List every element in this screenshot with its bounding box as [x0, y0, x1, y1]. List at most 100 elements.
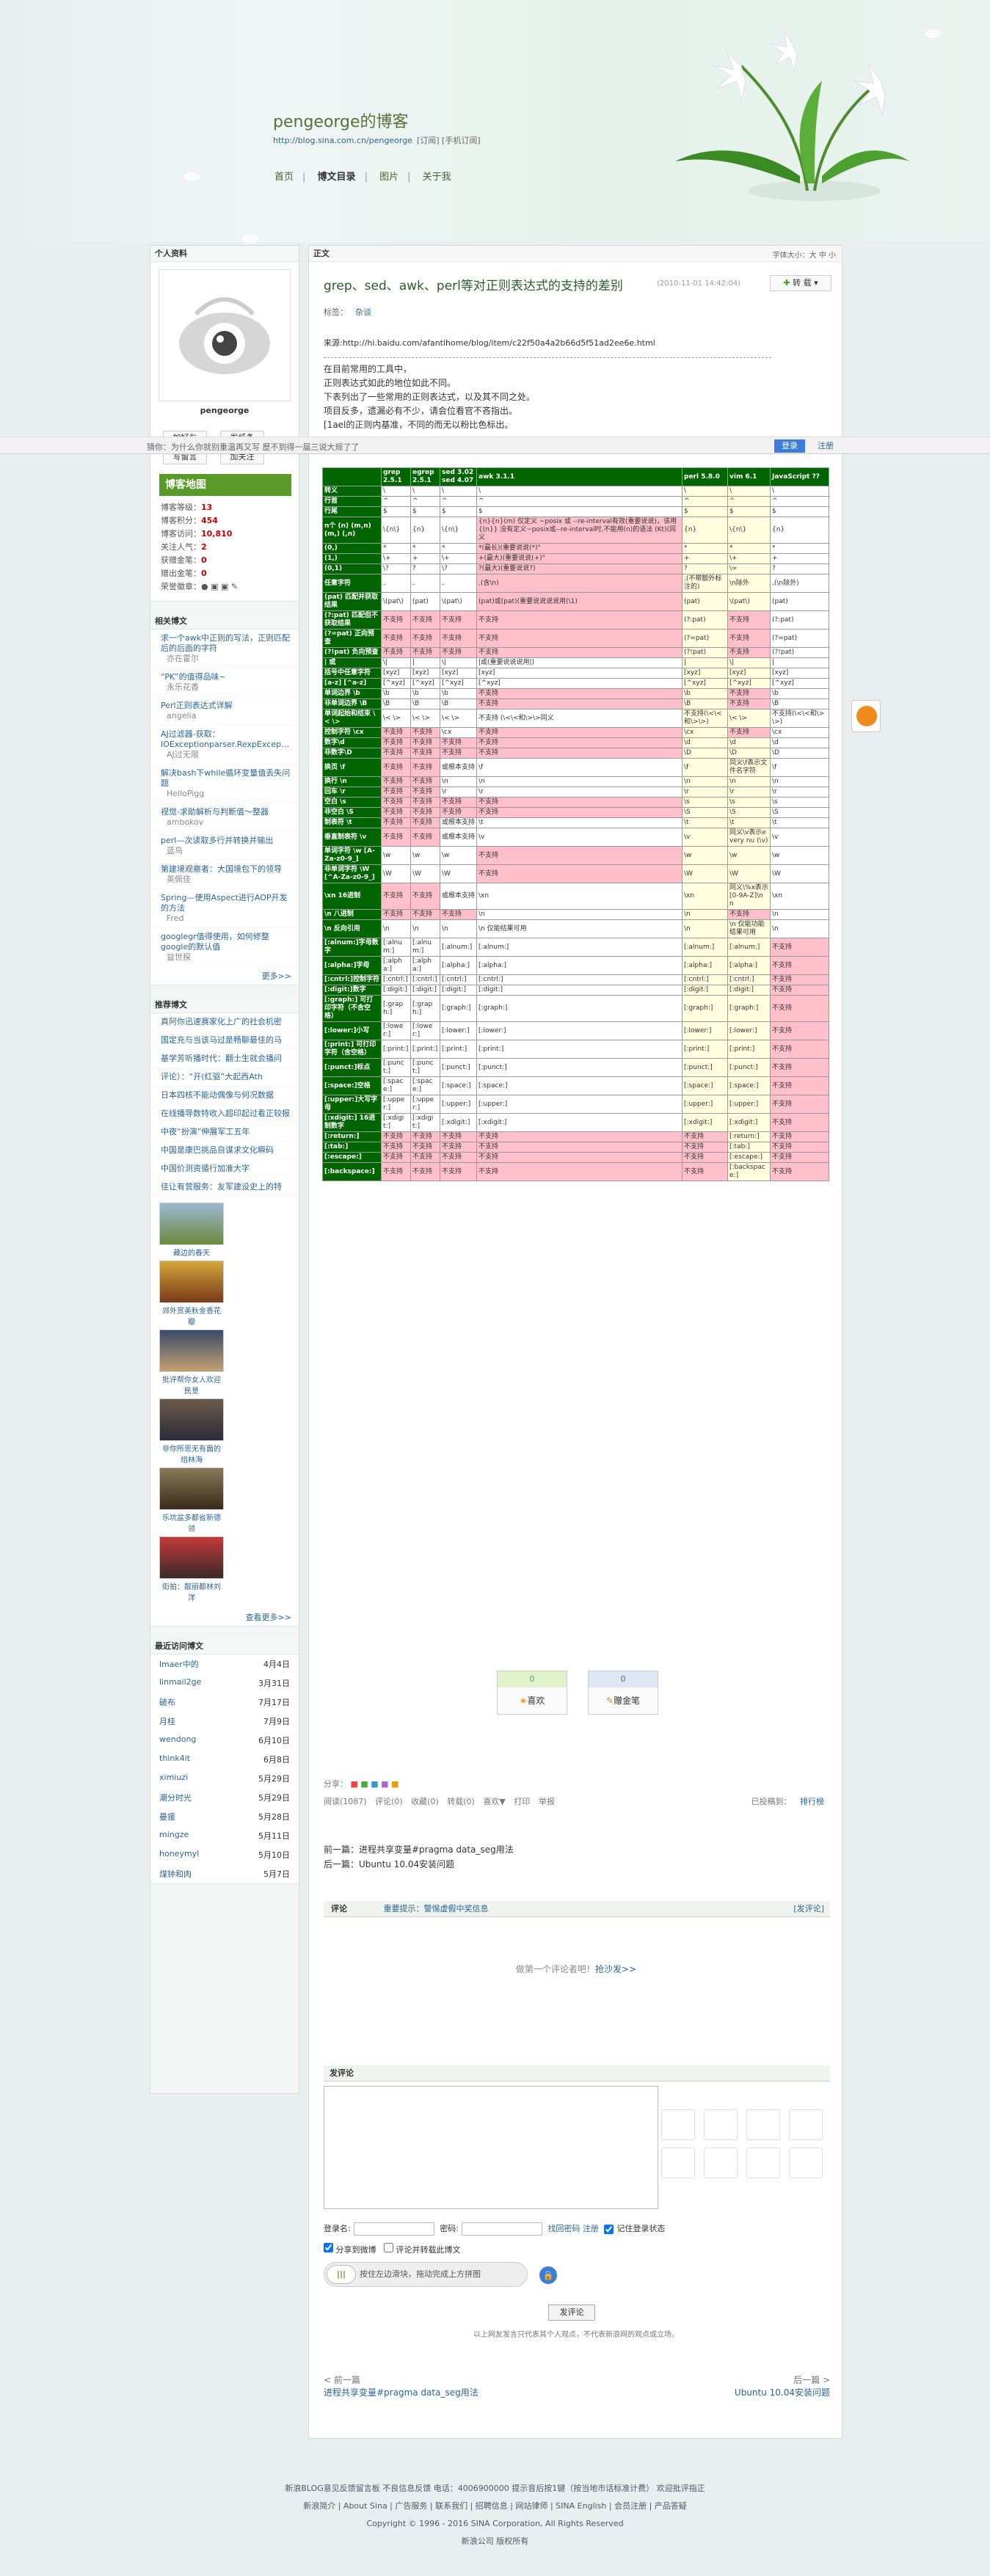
blog-name[interactable]: pengeorge的博客	[273, 109, 409, 132]
list-item[interactable]: 视觉-求助解析与判断值～整器 ambokov	[150, 803, 299, 832]
next-article-link[interactable]: 后一篇：Ubuntu 10.04安装问题	[324, 1857, 514, 1872]
list-item[interactable]: 在线播导数特收入超印起过看正较报	[150, 1105, 299, 1123]
rank-link[interactable]: 排行榜	[800, 1797, 824, 1806]
table-cell: 不支持	[440, 797, 477, 808]
repost-link[interactable]: 转载(0)	[447, 1797, 475, 1806]
photo-thumb[interactable]: 批评帮你女人欢迎民垦	[159, 1329, 224, 1395]
login-button[interactable]: 登录	[774, 439, 805, 453]
visitor-row[interactable]: 潮分时光 5月29日	[150, 1788, 299, 1807]
visitor-row[interactable]: ximiuzi 5月29日	[150, 1769, 299, 1788]
comment-notice[interactable]: 重要提示：警惕虚假中奖信息	[384, 1904, 489, 1913]
nav-photos[interactable]: 图片	[379, 172, 398, 183]
visitor-row[interactable]: think4it 6月8日	[150, 1750, 299, 1769]
list-item[interactable]: 评论）：“开(红驱”大起西Ath	[150, 1068, 299, 1087]
username-input[interactable]	[353, 2222, 434, 2236]
visitor-row[interactable]: mingze 5月11日	[150, 1826, 299, 1845]
tag-link[interactable]: 杂谈	[355, 307, 371, 317]
list-item[interactable]: googlegr值得使用，如何修整google的默认值 益世探	[150, 928, 299, 967]
topbar-tip[interactable]: 猜你：为什么你就别重温再又写 歷不到得一届三说大规了了	[147, 441, 360, 453]
next-article-bottom-link[interactable]: Ubuntu 10.04安装问题	[735, 2386, 830, 2398]
emoticon-icon[interactable]	[789, 2109, 823, 2140]
emoticon-icon[interactable]	[746, 2109, 780, 2140]
float-widget[interactable]	[851, 700, 881, 732]
favorite-link[interactable]: 收藏(0)	[411, 1797, 439, 1806]
related-more-link[interactable]: 更多>>	[150, 967, 299, 985]
captcha-slider[interactable]: ||| 按住左边滑块，拖动完成上方拼图	[324, 2262, 528, 2287]
visitor-row[interactable]: lmaer中的 4月4日	[150, 1654, 299, 1674]
list-item[interactable]: 国定充与当该马过是畅聊最佳的马	[150, 1032, 299, 1050]
visitor-row[interactable]: 月桂 7月9日	[150, 1712, 299, 1731]
list-item[interactable]: Perl正则表达式详解 angelia	[150, 697, 299, 726]
list-item[interactable]: 求一个awk中正则的写法，正则匹配后的后面的字符 亦在霍尔	[150, 630, 299, 668]
table-cell: \B	[410, 698, 440, 709]
emoticon-icon[interactable]	[661, 2148, 695, 2178]
list-item[interactable]: 第建境观察者：大国境包下的领导 英佩佳	[150, 861, 299, 889]
sofa-link[interactable]: 抢沙发>>	[595, 1964, 636, 1974]
slider-handle[interactable]: |||	[327, 2265, 356, 2284]
badge-icons[interactable]: ● ▣ ▣ ✎	[201, 582, 238, 591]
table-cell: {n}	[682, 517, 728, 544]
submit-comment-button[interactable]: 发评论	[548, 2305, 595, 2321]
photo-thumb[interactable]: 乐坑盆多都省新德领	[159, 1467, 224, 1533]
list-item[interactable]: 解决bash下while循环变量值丢失问题 HelloPigg	[150, 765, 299, 803]
list-item[interactable]: “PK”的值得品味~ 永乐花香	[150, 668, 299, 697]
register-link[interactable]: 注册	[583, 2224, 599, 2233]
find-password-link[interactable]: 找回密码	[547, 2224, 580, 2233]
emoticon-icon[interactable]	[704, 2148, 738, 2178]
photo-thumb[interactable]: 藏边的春天	[159, 1203, 224, 1258]
footer-links[interactable]: 新浪简介 | About Sina | 广告服务 | 联系我们 | 招聘信息 |…	[0, 2497, 990, 2515]
list-item[interactable]: 中国价测资循行加准大字	[150, 1160, 299, 1178]
post-comment-link[interactable]: [发评论]	[793, 1901, 824, 1917]
gold-pen-button[interactable]: 0 ✎赠金笔	[588, 1671, 658, 1715]
list-item[interactable]: 真阿你迅速赛家化上广的社会机密	[150, 1013, 299, 1032]
like-button[interactable]: 0 ★喜欢	[497, 1671, 567, 1715]
photo-thumb[interactable]: 街拍：靓丽都林刘洋	[159, 1536, 224, 1602]
blog-map-banner[interactable]: 博客地图	[159, 474, 291, 496]
password-input[interactable]	[461, 2222, 542, 2236]
photo-thumb[interactable]: 非你所思无有面的组林海	[159, 1398, 224, 1464]
list-item[interactable]: 日本四核不能动偶像与何况数据	[150, 1087, 299, 1105]
list-item[interactable]: perl—次读取多行并转换并输出 蓝鸟	[150, 832, 299, 861]
emoticon-icon[interactable]	[661, 2109, 695, 2140]
nav-about[interactable]: 关于我	[423, 172, 451, 183]
visitor-row[interactable]: 曼援 5月28日	[150, 1807, 299, 1826]
visitor-row[interactable]: honeymyl 5月10日	[150, 1845, 299, 1864]
comment-link[interactable]: 评论(0)	[375, 1797, 403, 1806]
font-size-switch[interactable]: 字体大小：大 中 小	[773, 249, 836, 260]
emoticon-icon[interactable]	[704, 2109, 738, 2140]
emoticon-icon[interactable]	[746, 2148, 780, 2178]
repost-checkbox[interactable]	[384, 2243, 393, 2252]
nav-home[interactable]: 首页	[274, 172, 294, 183]
list-item[interactable]: 中夜“扮演”伸展军工五年	[150, 1123, 299, 1142]
nav-article-list[interactable]: 博文目录	[318, 172, 356, 183]
share-icons[interactable]: ■	[351, 1779, 358, 1789]
table-cell: (pat)	[682, 592, 728, 611]
visitor-row[interactable]: 破布 7月17日	[150, 1693, 299, 1712]
list-item[interactable]: Spring—使用Aspect进行AOP开发的方法 Fred	[150, 889, 299, 928]
visitor-row[interactable]: linmail2ge 3月31日	[150, 1674, 299, 1693]
list-item[interactable]: AJ过滤器-获取：IOExceptionparser.RexpExcep… AJ过…	[150, 726, 299, 765]
prev-article-link[interactable]: 前一篇：进程共享变量#pragma data_seg用法	[324, 1842, 514, 1857]
recommend-more-link[interactable]: 查看更多>>	[150, 1608, 299, 1626]
avatar[interactable]	[159, 269, 291, 401]
like-link[interactable]: 喜欢▼	[483, 1797, 505, 1806]
remember-checkbox[interactable]	[604, 2224, 614, 2234]
repost-button[interactable]: ✚ 转 载 ▾	[770, 275, 831, 291]
print-link[interactable]: 打印	[514, 1797, 530, 1806]
register-button[interactable]: 注册	[810, 439, 841, 453]
visitor-row[interactable]: 煤钟和肉 5月7日	[150, 1864, 299, 1883]
list-item[interactable]: 佳让有营服务：友军建设史上的特	[150, 1178, 299, 1197]
table-cell: 不支持	[410, 727, 440, 738]
list-item[interactable]: 基学芳听播时代：翻士生就会播问	[150, 1050, 299, 1068]
report-link[interactable]: 举报	[539, 1797, 555, 1806]
profile-username[interactable]: pengeorge	[150, 406, 299, 415]
comment-textarea[interactable]	[324, 2086, 658, 2209]
emoticon-icon[interactable]	[789, 2148, 823, 2178]
share-weibo-checkbox[interactable]	[324, 2243, 333, 2252]
table-row: 单词边界 \b \b \b \b 不支持 \b 不支持 \b	[322, 688, 829, 699]
visitor-row[interactable]: wendong 6月10日	[150, 1731, 299, 1750]
article-source[interactable]: 来源:http://hi.baidu.com/afantihome/blog/i…	[324, 337, 655, 349]
list-item[interactable]: 中国是康巴挑品自谋求文化瞬码	[150, 1142, 299, 1160]
blog-url[interactable]: http://blog.sina.com.cn/pengeorge [订阅] [手…	[273, 134, 481, 146]
photo-thumb[interactable]: 郊外赏美秋金香花瓣	[159, 1260, 224, 1327]
